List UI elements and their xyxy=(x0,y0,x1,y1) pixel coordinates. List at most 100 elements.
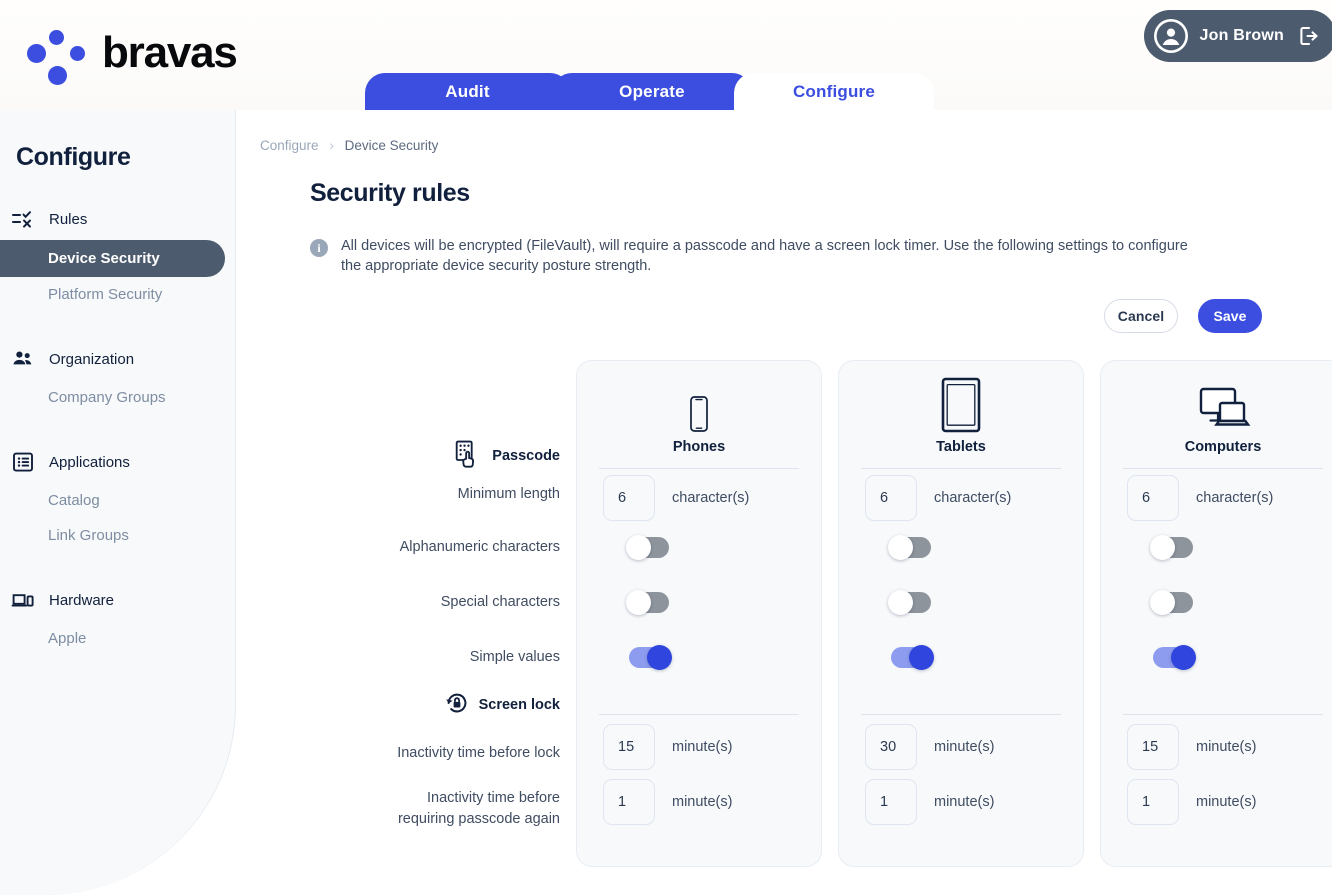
card-header: Computers xyxy=(1101,361,1332,459)
sidebar-item-apple[interactable]: Apple xyxy=(0,621,235,656)
toggle-alphanumeric-tablets[interactable] xyxy=(888,535,931,560)
sidebar-item-applications[interactable]: Applications xyxy=(0,441,235,483)
logout-icon[interactable] xyxy=(1296,23,1322,49)
input-inactivity-lock-computers[interactable]: 15 xyxy=(1127,723,1179,770)
cell-minimum-length-computers: 6 character(s) xyxy=(1101,469,1332,521)
input-inactivity-lock-tablets[interactable]: 30 xyxy=(865,723,917,770)
column-card-phones: Phones 6 character(s) 15 minute(s) 1 min… xyxy=(576,360,822,867)
cell-simple-values-tablets xyxy=(839,630,1083,685)
cell-inactivity-lock-tablets: 30 minute(s) xyxy=(839,715,1083,770)
sidebar-item-label: Rules xyxy=(49,210,88,228)
cell-inactivity-passcode-phones: 1 minute(s) xyxy=(577,770,821,825)
brand-name: bravas xyxy=(102,28,238,77)
sidebar-item-link-groups[interactable]: Link Groups xyxy=(0,518,235,553)
cell-minimum-length-phones: 6 character(s) xyxy=(577,469,821,521)
keypad-hand-icon xyxy=(453,439,483,473)
sidebar-item-company-groups[interactable]: Company Groups xyxy=(0,380,235,415)
devices-icon xyxy=(10,587,36,613)
cell-simple-values-phones xyxy=(577,630,821,685)
sidebar-item-device-security[interactable]: Device Security xyxy=(0,240,225,277)
unit-characters: character(s) xyxy=(672,489,750,506)
sidebar-item-hardware[interactable]: Hardware xyxy=(0,579,235,621)
logo-dots-icon xyxy=(26,22,88,85)
input-inactivity-passcode-phones[interactable]: 1 xyxy=(603,778,655,825)
save-button[interactable]: Save xyxy=(1198,299,1262,333)
sidebar-group-rules: Rules Device Security Platform Security xyxy=(0,198,235,312)
breadcrumb-current: Device Security xyxy=(344,138,439,153)
cell-alphanumeric-tablets xyxy=(839,520,1083,575)
sidebar-item-platform-security[interactable]: Platform Security xyxy=(0,277,235,312)
cell-simple-values-computers xyxy=(1101,630,1332,685)
unit-minutes: minute(s) xyxy=(672,793,733,810)
toggle-alphanumeric-phones[interactable] xyxy=(626,535,669,560)
toggle-special-characters-tablets[interactable] xyxy=(888,590,931,615)
primary-tabs: Audit Operate Configure xyxy=(365,73,934,110)
sidebar-item-rules[interactable]: Rules xyxy=(0,198,235,240)
cancel-button[interactable]: Cancel xyxy=(1104,299,1178,333)
tab-operate[interactable]: Operate xyxy=(552,73,752,110)
section-title-passcode: Passcode xyxy=(492,448,560,464)
label-line-1: Inactivity time before xyxy=(427,790,560,806)
input-inactivity-passcode-tablets[interactable]: 1 xyxy=(865,778,917,825)
card-title: Computers xyxy=(1184,439,1262,455)
sidebar-item-label: Organization xyxy=(49,350,135,368)
security-settings-grid: Passcode Minimum length Alphanumeric cha… xyxy=(302,360,1332,867)
toggle-alphanumeric-computers[interactable] xyxy=(1150,535,1193,560)
toggle-simple-values-computers[interactable] xyxy=(1153,645,1196,670)
computers-icon xyxy=(1193,377,1253,433)
lock-refresh-icon xyxy=(444,690,470,720)
toggle-simple-values-phones[interactable] xyxy=(629,645,672,670)
card-header: Phones xyxy=(577,361,821,459)
input-inactivity-lock-phones[interactable]: 15 xyxy=(603,723,655,770)
card-title: Tablets xyxy=(936,439,986,455)
phone-icon xyxy=(687,377,711,433)
tab-audit[interactable]: Audit xyxy=(365,73,570,110)
sidebar: Configure Rules Device Security Platform… xyxy=(0,110,236,895)
main-content: Configure › Device Security Security rul… xyxy=(236,110,1332,895)
info-banner: i All devices will be encrypted (FileVau… xyxy=(310,236,1200,276)
label-alphanumeric-characters: Alphanumeric characters xyxy=(399,538,560,555)
list-box-icon xyxy=(10,449,36,475)
breadcrumb-root[interactable]: Configure xyxy=(260,138,319,153)
cell-minimum-length-tablets: 6 character(s) xyxy=(839,469,1083,521)
cell-inactivity-lock-phones: 15 minute(s) xyxy=(577,715,821,770)
top-bar: bravas Jon Brown Audit Operate Configure xyxy=(0,0,1332,110)
unit-characters: character(s) xyxy=(934,489,1012,506)
toggle-special-characters-computers[interactable] xyxy=(1150,590,1193,615)
unit-minutes: minute(s) xyxy=(934,793,995,810)
breadcrumb-separator: › xyxy=(329,138,334,153)
unit-minutes: minute(s) xyxy=(934,738,995,755)
cell-special-phones xyxy=(577,575,821,630)
toggle-simple-values-tablets[interactable] xyxy=(891,645,934,670)
input-inactivity-passcode-computers[interactable]: 1 xyxy=(1127,778,1179,825)
tablet-icon xyxy=(940,377,982,433)
user-menu[interactable]: Jon Brown xyxy=(1143,10,1332,62)
cell-inactivity-passcode-tablets: 1 minute(s) xyxy=(839,770,1083,825)
input-minimum-length-computers[interactable]: 6 xyxy=(1127,474,1179,521)
sidebar-item-label: Applications xyxy=(49,453,130,471)
sidebar-group-applications: Applications Catalog Link Groups xyxy=(0,441,235,553)
input-minimum-length-tablets[interactable]: 6 xyxy=(865,474,917,521)
sidebar-item-catalog[interactable]: Catalog xyxy=(0,483,235,518)
sidebar-title: Configure xyxy=(16,143,131,171)
user-name: Jon Brown xyxy=(1199,27,1284,44)
tab-configure[interactable]: Configure xyxy=(734,73,934,110)
cell-alphanumeric-phones xyxy=(577,520,821,575)
info-banner-text: All devices will be encrypted (FileVault… xyxy=(341,238,1188,274)
cell-inactivity-lock-computers: 15 minute(s) xyxy=(1101,715,1332,770)
cell-alphanumeric-computers xyxy=(1101,520,1332,575)
info-icon: i xyxy=(310,239,328,257)
input-minimum-length-phones[interactable]: 6 xyxy=(603,474,655,521)
cell-inactivity-passcode-computers: 1 minute(s) xyxy=(1101,770,1332,825)
label-inactivity-before-passcode: Inactivity time before requiring passcod… xyxy=(302,780,560,835)
user-circle-icon xyxy=(1153,19,1188,53)
brand-logo[interactable]: bravas xyxy=(26,22,238,85)
rules-checklist-icon xyxy=(10,206,36,232)
toggle-special-characters-phones[interactable] xyxy=(626,590,669,615)
unit-characters: character(s) xyxy=(1196,489,1274,506)
breadcrumb: Configure › Device Security xyxy=(260,138,1332,153)
form-actions: Cancel Save xyxy=(1104,299,1262,333)
label-simple-values: Simple values xyxy=(469,648,560,665)
unit-minutes: minute(s) xyxy=(1196,793,1257,810)
sidebar-item-organization[interactable]: Organization xyxy=(0,338,235,380)
